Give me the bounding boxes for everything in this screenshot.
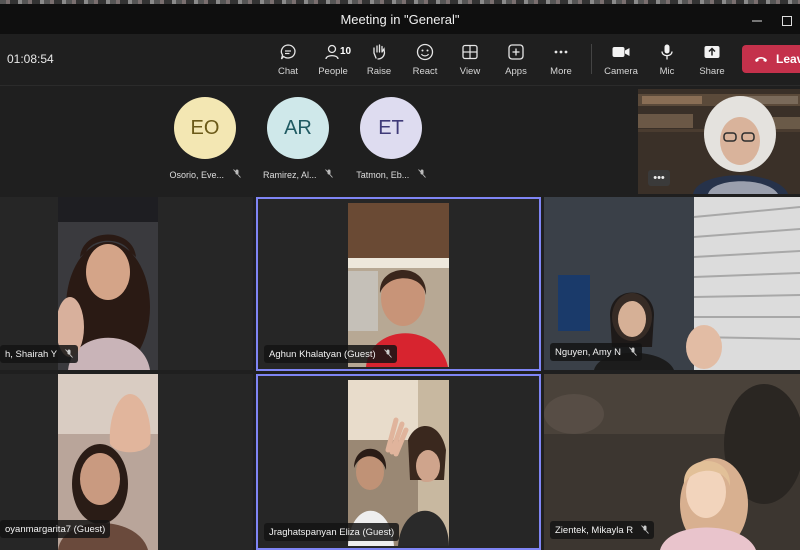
mic-muted-icon [383, 348, 392, 360]
participant-tile[interactable]: oyanmargarita7 (Guest) [0, 374, 253, 550]
participant-tile[interactable]: Zientek, Mikayla R [544, 374, 800, 550]
participant-tile[interactable]: h, Shairah Y [0, 197, 253, 370]
window-title: Meeting in "General" [340, 11, 460, 27]
participant-name: Nguyen, Amy N [555, 346, 621, 358]
camera-icon [611, 42, 631, 62]
participant-name-tag: Nguyen, Amy N [550, 343, 642, 361]
meeting-toolbar: 01:08:54 Chat 10 People Raise React View… [0, 34, 800, 86]
participant-name-tag: Zientek, Mikayla R [550, 521, 655, 539]
camera-button[interactable]: Camera [598, 42, 644, 82]
more-button[interactable]: More [538, 42, 584, 82]
view-button[interactable]: View [447, 42, 493, 82]
maximize-button[interactable] [772, 8, 800, 34]
people-label: People [318, 66, 348, 77]
participant-tile[interactable]: Aghun Khalatyan (Guest) [256, 197, 541, 371]
view-label: View [459, 66, 481, 77]
participant-name: Aghun Khalatyan (Guest) [269, 348, 376, 360]
mic-muted-icon [65, 348, 73, 360]
participant-name-tag: Aghun Khalatyan (Guest) [264, 345, 397, 363]
more-dots-icon: ••• [653, 172, 665, 184]
view-layout-icon [460, 42, 480, 62]
phone-hangup-icon [754, 52, 768, 66]
self-view-video[interactable]: ••• [638, 89, 800, 194]
minimize-icon [752, 20, 762, 22]
participant-avatar[interactable]: AR Ramirez, Al... [248, 97, 348, 180]
participant-name-tag: oyanmargarita7 (Guest) [0, 520, 111, 538]
raise-label: Raise [366, 66, 392, 77]
share-label: Share [699, 66, 725, 77]
leave-button[interactable]: Leave [742, 45, 800, 73]
share-icon [702, 42, 722, 62]
people-button[interactable]: 10 People [310, 42, 356, 82]
microphone-icon [657, 42, 677, 62]
chat-icon [278, 42, 298, 62]
avatar-initials: AR [267, 97, 329, 159]
apps-button[interactable]: Apps [493, 42, 539, 82]
participant-tile[interactable]: Jraghatspanyan Eliza (Guest) [256, 374, 541, 550]
mic-muted-icon [641, 524, 649, 536]
participant-tile[interactable]: Nguyen, Amy N [544, 197, 800, 370]
mic-muted-icon [323, 169, 334, 180]
minimize-button[interactable] [742, 8, 772, 34]
meeting-stage: EO Osorio, Eve... AR Ramirez, Al... ET T… [0, 87, 800, 550]
react-button[interactable]: React [402, 42, 448, 82]
mic-button[interactable]: Mic [644, 42, 690, 82]
title-bar: Meeting in "General" [0, 4, 800, 34]
participant-name: Jraghatspanyan Eliza (Guest) [269, 526, 395, 538]
participant-video [348, 380, 449, 546]
avatar-name: Tatmon, Eb... [356, 170, 410, 180]
more-dots-icon [551, 42, 571, 62]
participant-name: Zientek, Mikayla R [555, 524, 634, 536]
apps-label: Apps [505, 66, 527, 77]
teams-meeting-window: Meeting in "General" 01:08:54 Chat 10 Pe… [0, 0, 800, 550]
participant-name: oyanmargarita7 (Guest) [5, 523, 106, 535]
participant-avatar[interactable]: EO Osorio, Eve... [155, 97, 255, 180]
camera-label: Camera [604, 66, 638, 77]
chat-button[interactable]: Chat [265, 42, 311, 82]
avatar-name: Osorio, Eve... [169, 170, 224, 180]
participant-name-tag: Jraghatspanyan Eliza (Guest) [264, 523, 400, 541]
people-count: 10 [340, 46, 352, 57]
chat-label: Chat [277, 66, 299, 77]
maximize-icon [782, 16, 792, 26]
participant-video [348, 203, 449, 367]
apps-plus-icon [506, 42, 526, 62]
meeting-timer: 01:08:54 [7, 52, 54, 66]
avatar-initials: ET [360, 97, 422, 159]
participant-avatar[interactable]: ET Tatmon, Eb... [341, 97, 441, 180]
emoji-icon [415, 42, 435, 62]
raise-hand-button[interactable]: Raise [356, 42, 402, 82]
mic-muted-icon [415, 169, 426, 180]
toolbar-divider [591, 44, 592, 74]
mic-muted-icon [629, 346, 637, 358]
mic-label: Mic [659, 66, 675, 77]
share-button[interactable]: Share [689, 42, 735, 82]
avatar-initials: EO [174, 97, 236, 159]
leave-label: Leave [776, 52, 800, 66]
self-view-options-button[interactable]: ••• [648, 170, 670, 186]
raise-hand-icon [369, 42, 389, 62]
participant-name-tag: h, Shairah Y [0, 345, 79, 363]
participant-name: h, Shairah Y [5, 348, 58, 360]
react-label: React [412, 66, 438, 77]
more-label: More [550, 66, 572, 77]
avatar-name: Ramirez, Al... [262, 170, 317, 180]
mic-muted-icon [230, 169, 241, 180]
